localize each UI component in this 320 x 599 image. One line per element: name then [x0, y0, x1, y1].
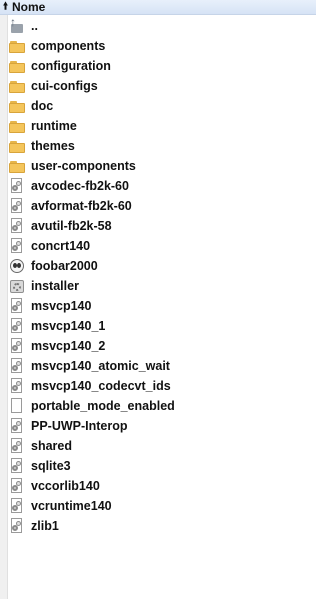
item-name: vcruntime140 — [31, 499, 112, 513]
item-name: avutil-fb2k-58 — [31, 219, 112, 233]
list-item[interactable]: portable_mode_enabled — [7, 396, 316, 416]
dll-file-icon — [9, 458, 25, 474]
parent-folder-icon: ↑ — [9, 16, 25, 34]
item-name: shared — [31, 439, 72, 453]
dll-file-icon — [9, 378, 25, 394]
folder-icon — [9, 158, 25, 174]
name-column-header[interactable]: 🠙 Nome — [0, 0, 316, 15]
list-item[interactable]: foobar2000 — [7, 256, 316, 276]
dll-file-icon — [9, 198, 25, 214]
folder-icon — [9, 98, 25, 114]
list-item[interactable]: zlib1 — [7, 516, 316, 536]
list-item[interactable]: concrt140 — [7, 236, 316, 256]
item-name: zlib1 — [31, 519, 59, 533]
list-item[interactable]: avformat-fb2k-60 — [7, 196, 316, 216]
list-item[interactable]: sqlite3 — [7, 456, 316, 476]
list-item[interactable]: msvcp140_atomic_wait — [7, 356, 316, 376]
item-name: sqlite3 — [31, 459, 71, 473]
dll-file-icon — [9, 178, 25, 194]
dll-file-icon — [9, 318, 25, 334]
item-name: user-components — [31, 159, 136, 173]
item-name: concrt140 — [31, 239, 91, 253]
item-name: PP-UWP-Interop — [31, 419, 128, 433]
item-name: msvcp140_2 — [31, 339, 106, 353]
list-item[interactable]: msvcp140_2 — [7, 336, 316, 356]
dll-file-icon — [9, 358, 25, 374]
item-name: themes — [31, 139, 75, 153]
dll-file-icon — [9, 218, 25, 234]
list-item[interactable]: runtime — [7, 116, 316, 136]
item-name: installer — [31, 279, 79, 293]
item-name: msvcp140_1 — [31, 319, 106, 333]
item-name: msvcp140_codecvt_ids — [31, 379, 171, 393]
item-name: cui-configs — [31, 79, 98, 93]
list-item[interactable]: ↑.. — [7, 16, 316, 36]
dll-file-icon — [9, 478, 25, 494]
item-name: doc — [31, 99, 54, 113]
dll-file-icon — [9, 238, 25, 254]
list-item[interactable]: vccorlib140 — [7, 476, 316, 496]
folder-icon — [9, 38, 25, 54]
list-item[interactable]: msvcp140_1 — [7, 316, 316, 336]
item-name: avcodec-fb2k-60 — [31, 179, 129, 193]
folder-icon — [9, 138, 25, 154]
folder-icon — [9, 118, 25, 134]
item-name: foobar2000 — [31, 259, 98, 273]
list-item[interactable]: avcodec-fb2k-60 — [7, 176, 316, 196]
item-name: portable_mode_enabled — [31, 399, 175, 413]
list-item[interactable]: themes — [7, 136, 316, 156]
blank-file-icon — [9, 398, 25, 414]
list-item[interactable]: cui-configs — [7, 76, 316, 96]
list-item[interactable]: avutil-fb2k-58 — [7, 216, 316, 236]
foobar2000-app-icon — [9, 258, 25, 274]
list-item[interactable]: msvcp140 — [7, 296, 316, 316]
item-name: .. — [31, 19, 38, 33]
list-item[interactable]: installer — [7, 276, 316, 296]
folder-icon — [9, 78, 25, 94]
dll-file-icon — [9, 298, 25, 314]
list-item[interactable]: PP-UWP-Interop — [7, 416, 316, 436]
item-name: msvcp140_atomic_wait — [31, 359, 170, 373]
dll-file-icon — [9, 438, 25, 454]
dll-file-icon — [9, 518, 25, 534]
list-item[interactable]: shared — [7, 436, 316, 456]
installer-icon — [9, 278, 25, 294]
list-item[interactable]: configuration — [7, 56, 316, 76]
list-item[interactable]: components — [7, 36, 316, 56]
file-list: ↑.. components configuration cui-configs doc… — [7, 16, 316, 536]
dll-file-icon — [9, 338, 25, 354]
item-name: msvcp140 — [31, 299, 92, 313]
item-name: configuration — [31, 59, 111, 73]
item-name: runtime — [31, 119, 77, 133]
dll-file-icon — [9, 498, 25, 514]
list-item[interactable]: user-components — [7, 156, 316, 176]
list-item[interactable]: vcruntime140 — [7, 496, 316, 516]
item-name: avformat-fb2k-60 — [31, 199, 132, 213]
item-name: components — [31, 39, 106, 53]
folder-icon — [9, 58, 25, 74]
sort-ascending-icon: 🠙 — [3, 1, 9, 12]
item-name: vccorlib140 — [31, 479, 100, 493]
list-item[interactable]: msvcp140_codecvt_ids — [7, 376, 316, 396]
list-item[interactable]: doc — [7, 96, 316, 116]
dll-file-icon — [9, 418, 25, 434]
column-header-label: Nome — [12, 0, 46, 14]
